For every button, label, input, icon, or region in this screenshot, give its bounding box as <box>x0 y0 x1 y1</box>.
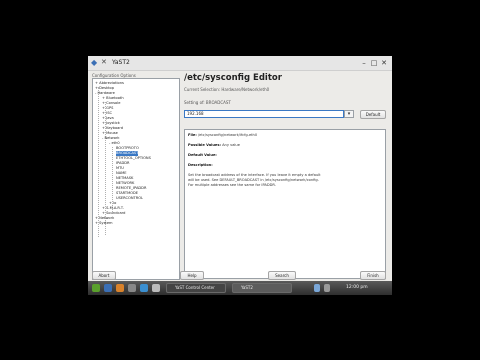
terminal-icon[interactable] <box>140 284 148 292</box>
tree-item-label: S.M.A.R.T. <box>106 206 124 210</box>
dropdown-arrow-icon[interactable]: ▾ <box>344 110 354 118</box>
tree-item-label: REMOTE_IPADDR <box>116 186 147 190</box>
tree-item-label: IPADDR <box>116 161 130 165</box>
tree-item-label: BROADCAST <box>116 151 139 155</box>
minimize-icon[interactable]: – <box>360 59 368 67</box>
start-menu-icon[interactable] <box>92 284 100 292</box>
tree-item-label: MTU <box>116 166 124 170</box>
abort-button[interactable]: Abort <box>92 271 116 280</box>
tree-item-label: System <box>99 221 113 225</box>
tree-item-label: ETHTOOL_OPTIONS <box>116 156 151 160</box>
taskbar: YaST Control Center YaST2 12:00 pm <box>88 281 392 295</box>
maximize-icon[interactable]: □ <box>370 59 378 67</box>
tree-item-label: Hardware <box>97 91 115 95</box>
tree-item-label: Bluetooth <box>106 96 124 100</box>
description-heading: Description: <box>188 163 213 167</box>
tree-item-label: Console <box>106 101 121 105</box>
tree-item-label: Network <box>99 216 115 220</box>
pin-icon[interactable]: ✕ <box>101 58 107 67</box>
search-button[interactable]: Search <box>268 271 296 280</box>
tree-item-label: Joystick <box>106 121 120 125</box>
description-text: For multiple addresses see the same for … <box>188 183 276 187</box>
window-title: YaST2 <box>112 59 130 66</box>
tree-item-label: eth0 <box>111 141 120 145</box>
yast-window: ◆ ✕ YaST2 – □ ✕ Configuration Options + … <box>88 56 392 295</box>
help-button[interactable]: Help <box>180 271 204 280</box>
tree-item-label: Mouse <box>106 131 118 135</box>
task-yast-control-center[interactable]: YaST Control Center <box>166 283 226 293</box>
task-yast2[interactable]: YaST2 <box>232 283 292 293</box>
tree-item-label: BOOTPROTO <box>116 146 139 150</box>
current-selection: Current Selection: Hardware/Network/eth0 <box>184 87 270 92</box>
tree-item[interactable]: + System <box>95 221 113 226</box>
tree-guide-line <box>98 87 99 237</box>
setting-value-input[interactable] <box>184 110 344 118</box>
file-line: File: /etc/sysconfig/network/ifcfg-eth0 <box>188 133 258 137</box>
tree-item-label: Java <box>106 116 114 120</box>
tree-item-label: NETWORK <box>116 181 135 185</box>
tree-item-label: Desktop <box>99 86 114 90</box>
tree-item-label: Abbreviations <box>99 81 124 85</box>
tree-item-label: GPS <box>106 106 114 110</box>
page-title: /etc/sysconfig Editor <box>184 73 282 83</box>
close-icon[interactable]: ✕ <box>380 59 388 67</box>
tree-item-label: Network <box>104 136 120 140</box>
desktop-icon[interactable] <box>104 284 112 292</box>
title-bar[interactable]: ◆ ✕ YaST2 – □ ✕ <box>88 56 392 71</box>
possible-values-line: Possible Values: Any value <box>188 143 240 147</box>
tree-item-label: NETMASK <box>116 176 134 180</box>
tree-item-label: lo <box>113 201 117 205</box>
description-panel: File: /etc/sysconfig/network/ifcfg-eth0 … <box>184 129 386 279</box>
default-button[interactable]: Default <box>360 110 386 119</box>
tree-item[interactable]: USERCONTROL <box>116 196 143 201</box>
setting-label: Setting of: BROADCAST <box>184 100 231 105</box>
tree-item-label: STARTMODE <box>116 191 139 195</box>
tree-item-label: Soundcard <box>106 211 126 215</box>
files-icon[interactable] <box>128 284 136 292</box>
yast-icon: ◆ <box>91 58 98 67</box>
settings-icon[interactable] <box>152 284 160 292</box>
clock: 12:00 pm <box>346 285 368 290</box>
tree-item-label: NAME <box>116 171 127 175</box>
config-tree[interactable]: + Abbreviations + Desktop - Hardware + Blue… <box>92 78 180 280</box>
default-value-line: Default Value: <box>188 153 217 157</box>
tree-item-label: Keyboard <box>106 126 124 130</box>
tree-item-label: ISC <box>106 111 113 115</box>
browser-icon[interactable] <box>116 284 124 292</box>
tree-item-label: USERCONTROL <box>116 196 144 200</box>
tray-network-icon[interactable] <box>314 284 320 292</box>
finish-button[interactable]: Finish <box>360 271 386 280</box>
tray-volume-icon[interactable] <box>324 284 330 292</box>
